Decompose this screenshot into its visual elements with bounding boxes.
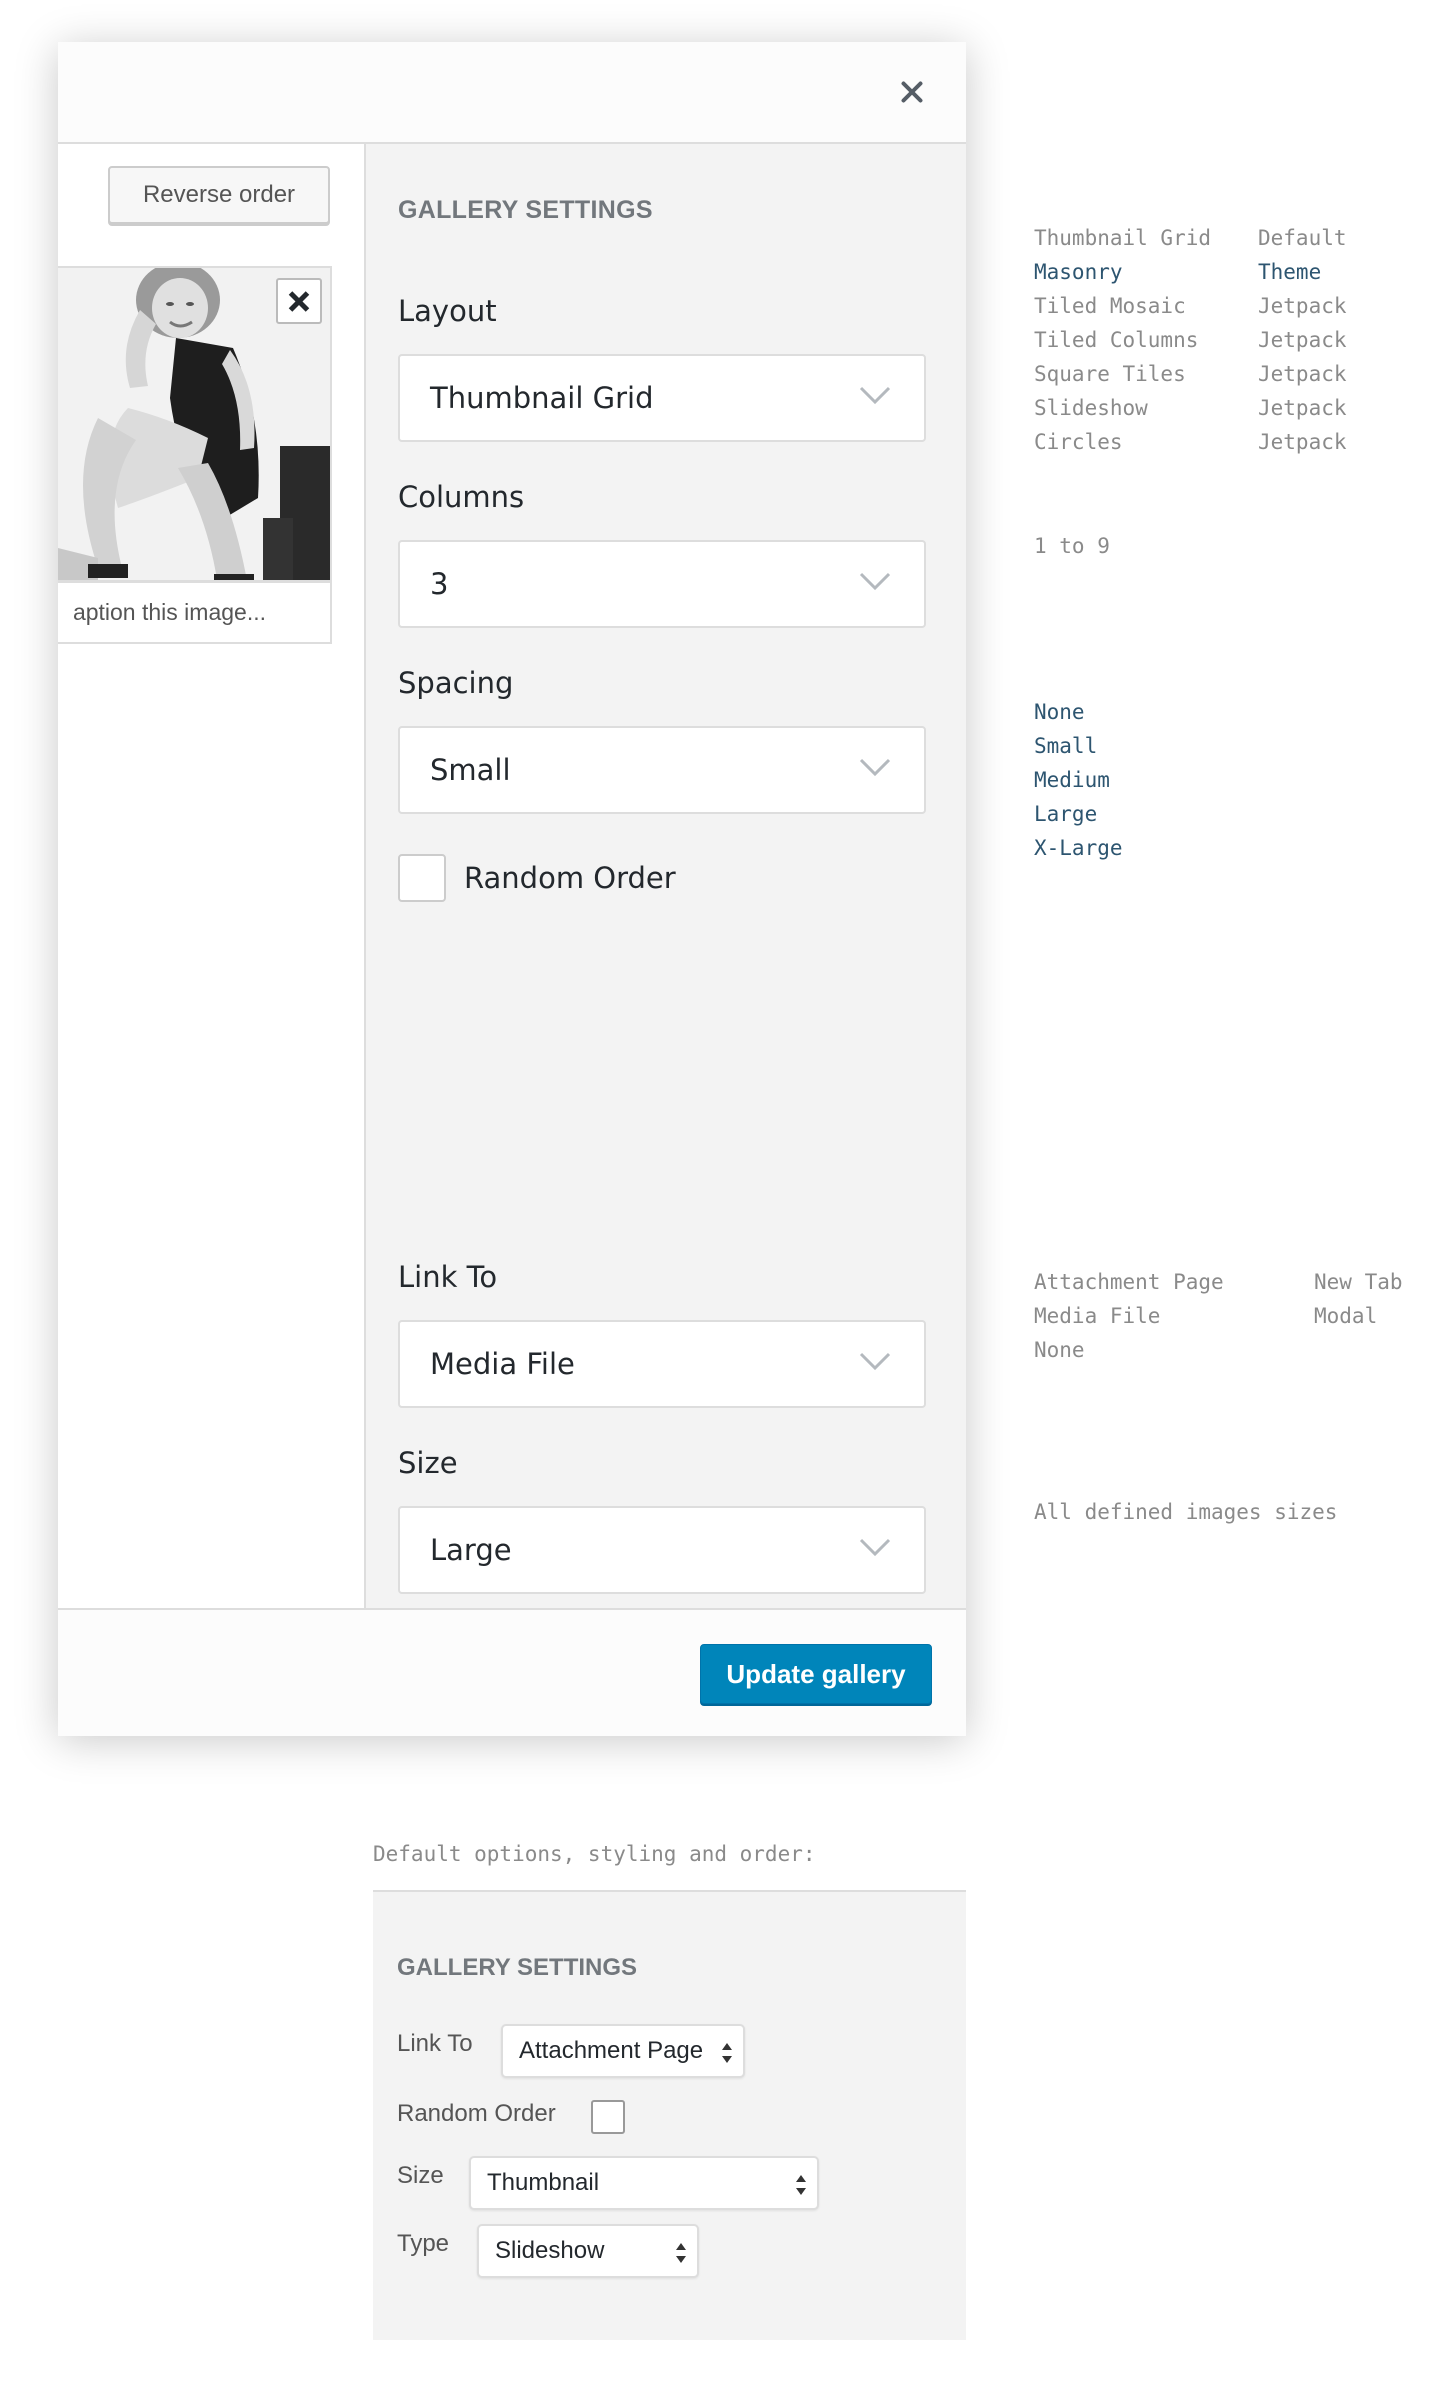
spacing-option: Medium — [1034, 768, 1110, 792]
reverse-order-button[interactable]: Reverse order — [108, 166, 330, 224]
gallery-settings-pane: GALLERY SETTINGS Layout Thumbnail Grid C… — [364, 144, 966, 1608]
chevron-down-icon — [859, 572, 891, 591]
spacing-label: Spacing — [398, 666, 514, 700]
chevron-down-icon — [859, 1538, 891, 1557]
gallery-images-pane: Reverse order aption this image... — [58, 144, 364, 1608]
layout-option-name: Slideshow — [1034, 396, 1148, 420]
layout-select-value: Thumbnail Grid — [430, 381, 654, 415]
default-gallery-settings-panel: GALLERY SETTINGS Link To Attachment Page… — [373, 1890, 966, 2340]
gallery-image-item[interactable] — [58, 266, 332, 582]
layout-select[interactable]: Thumbnail Grid — [398, 354, 926, 442]
modal-footer: Update gallery — [58, 1608, 966, 1736]
select-arrows-icon — [795, 2175, 807, 2195]
link-option-name: Media File — [1034, 1304, 1161, 1328]
random-order-label: Random Order — [464, 861, 676, 895]
default-size-value: Thumbnail — [487, 2169, 600, 2196]
spacing-option: X-Large — [1034, 836, 1123, 860]
select-arrows-icon — [675, 2243, 687, 2263]
link-to-select-value: Media File — [430, 1347, 575, 1381]
default-type-label: Type — [397, 2230, 450, 2257]
layout-option-source: Jetpack — [1258, 362, 1347, 386]
layout-option-name: Masonry — [1034, 260, 1123, 284]
layout-option-name: Tiled Mosaic — [1034, 294, 1186, 318]
update-gallery-button[interactable]: Update gallery — [700, 1644, 932, 1704]
columns-select[interactable]: 3 — [398, 540, 926, 628]
default-size-label: Size — [397, 2162, 444, 2189]
default-link-to-select[interactable]: Attachment Page — [501, 2024, 745, 2078]
link-option-extra: New Tab — [1314, 1270, 1403, 1294]
layout-option-source: Jetpack — [1258, 328, 1347, 352]
link-to-select[interactable]: Media File — [398, 1320, 926, 1408]
modal-header — [58, 42, 966, 144]
default-random-order-checkbox[interactable] — [591, 2100, 625, 2134]
columns-select-value: 3 — [430, 567, 449, 601]
layout-option-source: Jetpack — [1258, 294, 1347, 318]
default-link-to-label: Link To — [397, 2030, 473, 2057]
default-size-select[interactable]: Thumbnail — [469, 2156, 819, 2210]
layout-option-name: Square Tiles — [1034, 362, 1186, 386]
remove-image-icon[interactable] — [276, 278, 322, 324]
link-to-label: Link To — [398, 1260, 498, 1294]
spacing-option: None — [1034, 700, 1085, 724]
layout-option-name: Circles — [1034, 430, 1123, 454]
random-order-checkbox[interactable] — [398, 854, 446, 902]
layout-option-source: Jetpack — [1258, 396, 1347, 420]
link-option-name: None — [1034, 1338, 1085, 1362]
chevron-down-icon — [859, 1352, 891, 1371]
layout-option-source: Jetpack — [1258, 430, 1347, 454]
gallery-edit-modal: Reverse order aption this image... GALLE… — [58, 42, 966, 1736]
link-option-extra: Modal — [1314, 1304, 1378, 1328]
columns-range-note: 1 to 9 — [1034, 534, 1110, 558]
size-select-value: Large — [430, 1533, 512, 1567]
chevron-down-icon — [859, 386, 891, 405]
layout-option-name: Thumbnail Grid — [1034, 226, 1212, 250]
chevron-down-icon — [859, 758, 891, 777]
default-type-select[interactable]: Slideshow — [477, 2224, 699, 2278]
gallery-settings-title: GALLERY SETTINGS — [398, 196, 653, 224]
spacing-select-value: Small — [430, 753, 511, 787]
layout-option-name: Tiled Columns — [1034, 328, 1199, 352]
default-settings-title: GALLERY SETTINGS — [397, 1954, 638, 1981]
close-icon[interactable] — [892, 72, 932, 112]
select-arrows-icon — [721, 2043, 733, 2063]
default-link-to-value: Attachment Page — [519, 2037, 704, 2064]
layout-option-source: Default — [1258, 226, 1347, 250]
spacing-option: Small — [1034, 734, 1098, 758]
random-order-row: Random Order — [398, 854, 676, 902]
default-type-value: Slideshow — [495, 2237, 605, 2264]
spacing-option: Large — [1034, 802, 1098, 826]
size-label: Size — [398, 1446, 458, 1480]
spacing-select[interactable]: Small — [398, 726, 926, 814]
layout-label: Layout — [398, 294, 497, 328]
size-note: All defined images sizes — [1034, 1500, 1338, 1524]
link-option-name: Attachment Page — [1034, 1270, 1224, 1294]
default-random-order-label: Random Order — [397, 2100, 556, 2127]
image-caption-input[interactable]: aption this image... — [58, 582, 332, 644]
size-select[interactable]: Large — [398, 1506, 926, 1594]
default-options-heading: Default options, styling and order: — [373, 1842, 816, 1866]
columns-label: Columns — [398, 480, 525, 514]
layout-option-source: Theme — [1258, 260, 1322, 284]
